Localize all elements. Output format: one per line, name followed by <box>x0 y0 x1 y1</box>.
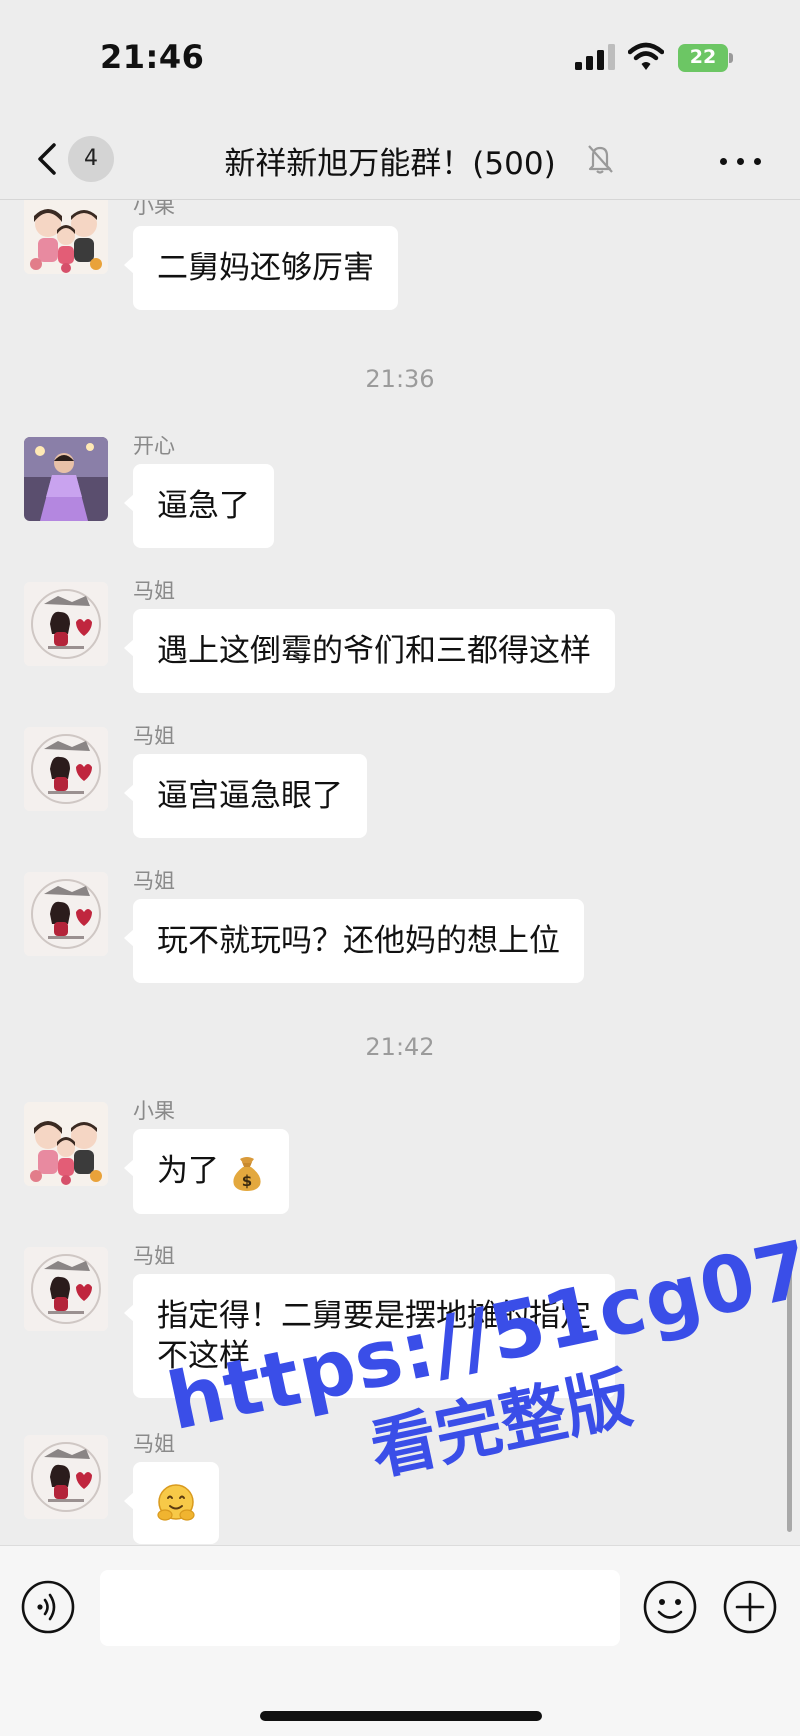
voice-input-icon[interactable] <box>20 1579 76 1635</box>
timestamp: 21:36 <box>365 365 435 393</box>
wifi-icon <box>628 42 664 70</box>
chevron-left-icon <box>38 143 56 175</box>
mute-bell-icon <box>588 145 613 174</box>
cellular-signal-icon <box>575 44 615 70</box>
status-time: 21:46 <box>100 38 205 76</box>
sender-name: 小果 <box>133 200 175 218</box>
sender-name: 马姐 <box>133 1244 175 1268</box>
input-bar <box>0 1545 800 1736</box>
scrollbar[interactable] <box>787 1262 792 1532</box>
status-bar: 21:46 22 <box>0 0 800 118</box>
chat-header: 4 新祥新旭万能群！(500) <box>0 118 800 200</box>
sender-name: 小果 <box>133 1099 175 1123</box>
emoji-icon[interactable] <box>642 1579 698 1635</box>
avatar-xiaoguo[interactable] <box>24 1102 108 1186</box>
sender-name: 开心 <box>133 434 175 458</box>
sender-name: 马姐 <box>133 1432 175 1456</box>
avatar-majie[interactable] <box>24 1247 108 1331</box>
plus-icon[interactable] <box>722 1579 778 1635</box>
message-bubble[interactable]: 为了 $ <box>124 1129 289 1214</box>
battery-level: 22 <box>689 46 717 68</box>
message-text-line: 指定得！二舅要是摆地摊的指定 <box>157 1298 591 1334</box>
message-bubble[interactable]: 逼宫逼急眼了 <box>124 754 367 838</box>
chat-title[interactable]: 新祥新旭万能群！(500) <box>170 138 610 183</box>
message-bubble[interactable]: 指定得！二舅要是摆地摊的指定 不这样 <box>124 1274 615 1398</box>
message-bubble[interactable]: 二舅妈还够厉害 <box>124 226 398 310</box>
message-bubble[interactable] <box>124 1462 219 1544</box>
avatar-majie[interactable] <box>24 582 108 666</box>
sender-name: 马姐 <box>133 724 175 748</box>
message-input[interactable] <box>100 1570 620 1646</box>
avatar-kaixin[interactable] <box>24 437 108 521</box>
avatar-xiaoguo[interactable] <box>24 200 108 274</box>
message-bubble[interactable]: 逼急了 <box>124 464 274 548</box>
avatar-majie[interactable] <box>24 872 108 956</box>
message-text: 为了 <box>157 1153 219 1189</box>
message-text-line: 不这样 <box>157 1338 250 1374</box>
hugging-face-icon <box>157 1484 195 1521</box>
more-options-button[interactable] <box>716 140 766 180</box>
sender-name: 马姐 <box>133 579 175 603</box>
timestamp: 21:42 <box>365 1033 435 1061</box>
sender-name: 马姐 <box>133 869 175 893</box>
avatar-majie[interactable] <box>24 1435 108 1519</box>
message-bubble[interactable]: 玩不就玩吗？还他妈的想上位 <box>124 899 584 983</box>
home-indicator[interactable] <box>260 1711 542 1721</box>
battery-icon: 22 <box>678 44 734 72</box>
back-button[interactable]: 4 <box>26 132 116 186</box>
unread-count-badge: 4 <box>68 136 114 182</box>
avatar-majie[interactable] <box>24 727 108 811</box>
message-bubble[interactable]: 遇上这倒霉的爷们和三都得这样 <box>124 609 615 693</box>
svg-text:$: $ <box>242 1172 252 1190</box>
message-list[interactable]: 小果 二舅妈还够厉害 21:36 开心 逼急了 马姐 遇上这倒霉的爷们和三都得这… <box>0 200 800 1545</box>
money-bag-icon: $ <box>233 1156 261 1191</box>
